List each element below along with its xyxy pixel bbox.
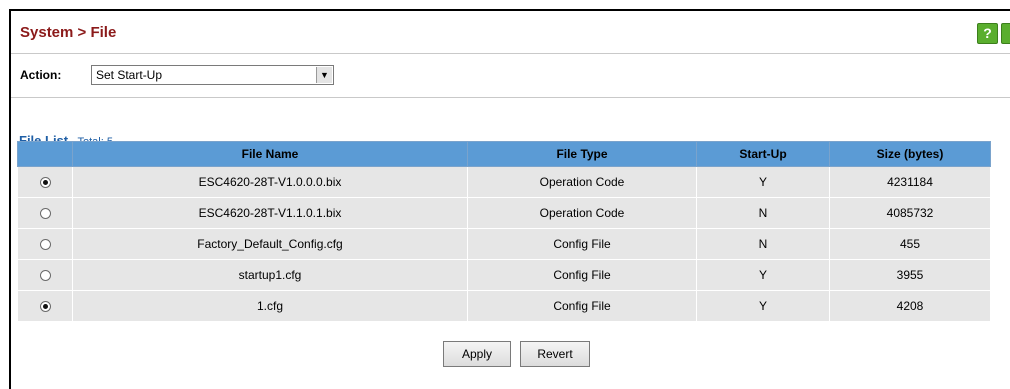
- action-select[interactable]: Set Start-Up ▼: [91, 65, 334, 85]
- apply-button[interactable]: Apply: [443, 341, 511, 367]
- table-row[interactable]: ESC4620-28T-V1.1.0.1.bix Operation Code N 4…: [17, 197, 991, 229]
- row-select-cell: [17, 259, 73, 291]
- start-up-cell: Y: [696, 259, 830, 291]
- chevron-down-icon[interactable]: ▼: [316, 67, 332, 83]
- file-type-cell: Config File: [467, 259, 697, 291]
- revert-button[interactable]: Revert: [520, 341, 590, 367]
- size-cell: 4208: [829, 290, 991, 322]
- column-header-file-name: File Name: [72, 141, 468, 167]
- file-table: File Name File Type Start-Up Size (bytes…: [17, 141, 991, 322]
- table-row[interactable]: ESC4620-28T-V1.0.0.0.bix Operation Code Y 4…: [17, 166, 991, 198]
- select-column-header: [17, 141, 73, 167]
- row-radio[interactable]: [39, 239, 51, 251]
- file-type-cell: Operation Code: [467, 197, 697, 229]
- file-name-cell: Factory_Default_Config.cfg: [72, 228, 468, 260]
- file-name-cell: 1.cfg: [72, 290, 468, 322]
- page-title: System > File: [20, 24, 117, 41]
- start-up-cell: N: [696, 197, 830, 229]
- table-header-row: File Name File Type Start-Up Size (bytes…: [17, 141, 991, 167]
- help-icon[interactable]: ?: [977, 23, 998, 44]
- size-cell: 455: [829, 228, 991, 260]
- row-radio[interactable]: [39, 301, 51, 313]
- row-select-cell: [17, 166, 73, 198]
- column-header-file-type: File Type: [467, 141, 697, 167]
- file-type-cell: Config File: [467, 290, 697, 322]
- size-cell: 3955: [829, 259, 991, 291]
- row-radio[interactable]: [39, 177, 51, 189]
- row-select-cell: [17, 228, 73, 260]
- divider: [11, 97, 1010, 98]
- action-select-value: Set Start-Up: [96, 68, 163, 82]
- table-row[interactable]: 1.cfg Config File Y 4208: [17, 290, 991, 322]
- row-radio[interactable]: [39, 208, 51, 220]
- table-row[interactable]: startup1.cfg Config File Y 3955: [17, 259, 991, 291]
- row-select-cell: [17, 290, 73, 322]
- file-name-cell: ESC4620-28T-V1.1.0.1.bix: [72, 197, 468, 229]
- file-name-cell: ESC4620-28T-V1.0.0.0.bix: [72, 166, 468, 198]
- row-radio[interactable]: [39, 270, 51, 282]
- file-name-cell: startup1.cfg: [72, 259, 468, 291]
- page-header: System > File ?: [11, 11, 1010, 54]
- row-select-cell: [17, 197, 73, 229]
- table-row[interactable]: Factory_Default_Config.cfg Config File N 45…: [17, 228, 991, 260]
- secondary-icon[interactable]: [1001, 23, 1010, 44]
- column-header-size: Size (bytes): [829, 141, 991, 167]
- size-cell: 4231184: [829, 166, 991, 198]
- column-header-start-up: Start-Up: [696, 141, 830, 167]
- size-cell: 4085732: [829, 197, 991, 229]
- start-up-cell: Y: [696, 166, 830, 198]
- file-type-cell: Config File: [467, 228, 697, 260]
- start-up-cell: N: [696, 228, 830, 260]
- start-up-cell: Y: [696, 290, 830, 322]
- file-type-cell: Operation Code: [467, 166, 697, 198]
- action-label: Action:: [20, 68, 62, 82]
